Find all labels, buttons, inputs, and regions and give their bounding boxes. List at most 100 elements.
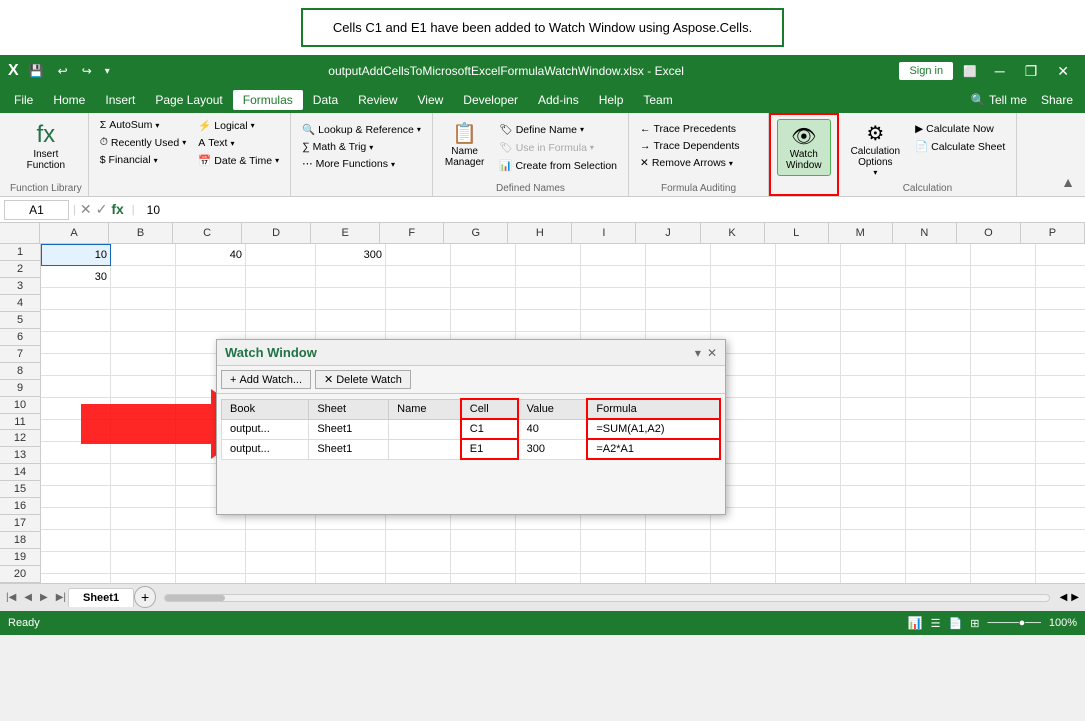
col-header-J[interactable]: J: [636, 223, 700, 243]
cell-E1[interactable]: 300: [316, 244, 386, 266]
cell-G14[interactable]: [451, 530, 516, 552]
cell-O13[interactable]: [971, 508, 1036, 530]
cell-N16[interactable]: [906, 574, 971, 583]
logical-dropdown-icon[interactable]: ▾: [251, 121, 255, 130]
cell-B14[interactable]: [111, 530, 176, 552]
cell-N13[interactable]: [906, 508, 971, 530]
cell-M9[interactable]: [841, 420, 906, 442]
cell-A1[interactable]: 10: [41, 244, 111, 266]
row-header-14[interactable]: 14: [0, 464, 40, 481]
cell-C3[interactable]: [176, 288, 246, 310]
cell-D2[interactable]: [246, 266, 316, 288]
row-header-5[interactable]: 5: [0, 312, 40, 329]
trace-dependents-button[interactable]: → Trace Dependents: [635, 138, 762, 154]
cell-P6[interactable]: [1036, 354, 1085, 376]
menu-view[interactable]: View: [408, 90, 454, 110]
cell-L6[interactable]: [776, 354, 841, 376]
cell-B4[interactable]: [111, 310, 176, 332]
cell-H16[interactable]: [516, 574, 581, 583]
cell-C16[interactable]: [176, 574, 246, 583]
cell-A4[interactable]: [41, 310, 111, 332]
insert-function-button[interactable]: fx InsertFunction: [21, 117, 71, 175]
watch-row-1-name[interactable]: [389, 419, 461, 439]
insert-function-bar-icon[interactable]: fx: [111, 201, 123, 218]
cell-D16[interactable]: [246, 574, 316, 583]
cell-I3[interactable]: [581, 288, 646, 310]
cell-A3[interactable]: [41, 288, 111, 310]
cell-K3[interactable]: [711, 288, 776, 310]
cell-P12[interactable]: [1036, 486, 1085, 508]
watch-row-2-sheet[interactable]: Sheet1: [309, 439, 389, 459]
math-dropdown-icon[interactable]: ▾: [369, 143, 373, 152]
h-scroll-left[interactable]: ◀: [1058, 590, 1070, 605]
menu-addins[interactable]: Add-ins: [528, 90, 589, 110]
cell-H3[interactable]: [516, 288, 581, 310]
watch-row-2-value[interactable]: 300: [518, 439, 588, 459]
cell-I14[interactable]: [581, 530, 646, 552]
cell-L14[interactable]: [776, 530, 841, 552]
row-header-18[interactable]: 18: [0, 532, 40, 549]
cell-M7[interactable]: [841, 376, 906, 398]
cell-N7[interactable]: [906, 376, 971, 398]
cell-C2[interactable]: [176, 266, 246, 288]
cell-L16[interactable]: [776, 574, 841, 583]
col-header-B[interactable]: B: [109, 223, 173, 243]
cell-F14[interactable]: [386, 530, 451, 552]
cell-N6[interactable]: [906, 354, 971, 376]
cell-P10[interactable]: [1036, 442, 1085, 464]
cell-A15[interactable]: [41, 552, 111, 574]
col-header-L[interactable]: L: [765, 223, 829, 243]
row-header-15[interactable]: 15: [0, 481, 40, 498]
col-header-D[interactable]: D: [242, 223, 311, 243]
minimize-button[interactable]: ─: [987, 61, 1013, 81]
define-name-button[interactable]: 🏷 Define Name ▾: [494, 121, 622, 138]
watch-row-2-formula[interactable]: =A2*A1: [587, 439, 720, 459]
cell-O6[interactable]: [971, 354, 1036, 376]
cell-H2[interactable]: [516, 266, 581, 288]
recently-used-button[interactable]: ⏱ Recently Used ▾: [95, 134, 192, 151]
cell-B12[interactable]: [111, 486, 176, 508]
cell-F3[interactable]: [386, 288, 451, 310]
cell-O8[interactable]: [971, 398, 1036, 420]
cell-E15[interactable]: [316, 552, 386, 574]
row-header-11[interactable]: 11: [0, 414, 40, 431]
add-sheet-button[interactable]: +: [134, 586, 156, 608]
math-trig-button[interactable]: ∑ Math & Trig ▾: [297, 139, 426, 155]
cell-F1[interactable]: [386, 244, 451, 266]
financial-dropdown-icon[interactable]: ▾: [154, 156, 158, 165]
cell-G15[interactable]: [451, 552, 516, 574]
cell-P5[interactable]: [1036, 332, 1085, 354]
date-time-button[interactable]: 📅 Date & Time ▾: [193, 152, 284, 169]
col-header-O[interactable]: O: [957, 223, 1021, 243]
cell-B1[interactable]: [111, 244, 176, 266]
cell-D15[interactable]: [246, 552, 316, 574]
lookup-dropdown-icon[interactable]: ▾: [417, 125, 421, 134]
add-watch-button[interactable]: + Add Watch...: [221, 370, 311, 389]
cell-A6[interactable]: [41, 354, 111, 376]
cell-B6[interactable]: [111, 354, 176, 376]
cell-J14[interactable]: [646, 530, 711, 552]
cell-N3[interactable]: [906, 288, 971, 310]
cell-P7[interactable]: [1036, 376, 1085, 398]
signin-button[interactable]: Sign in: [899, 62, 953, 80]
quick-access-save[interactable]: 💾: [25, 62, 48, 80]
cell-A7[interactable]: [41, 376, 111, 398]
cell-P9[interactable]: [1036, 420, 1085, 442]
cell-C1[interactable]: 40: [176, 244, 246, 266]
close-button[interactable]: ✕: [1049, 61, 1077, 82]
cell-M1[interactable]: [841, 244, 906, 266]
date-time-dropdown-icon[interactable]: ▾: [275, 156, 279, 165]
sheet-nav-last[interactable]: ▶|: [54, 590, 68, 605]
cell-O16[interactable]: [971, 574, 1036, 583]
cell-E14[interactable]: [316, 530, 386, 552]
watch-row-2-book[interactable]: output...: [222, 439, 309, 459]
cell-E4[interactable]: [316, 310, 386, 332]
autosum-dropdown-icon[interactable]: ▾: [155, 121, 159, 130]
cell-M16[interactable]: [841, 574, 906, 583]
cell-B2[interactable]: [111, 266, 176, 288]
col-header-G[interactable]: G: [444, 223, 508, 243]
cell-P11[interactable]: [1036, 464, 1085, 486]
cell-C14[interactable]: [176, 530, 246, 552]
cell-M11[interactable]: [841, 464, 906, 486]
cell-P15[interactable]: [1036, 552, 1085, 574]
